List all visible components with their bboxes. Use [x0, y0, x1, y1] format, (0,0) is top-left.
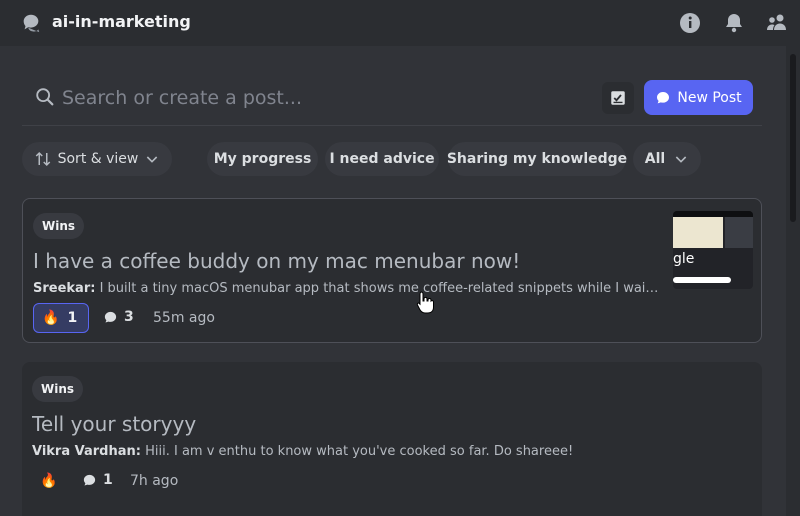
- reaction-button[interactable]: 🔥: [32, 466, 65, 496]
- post-snippet-text: Hiii. I am v enthu to know what you've c…: [145, 444, 574, 459]
- comment-count[interactable]: 3: [103, 309, 134, 325]
- post-author: Sreekar:: [33, 281, 96, 296]
- post-tag: Wins: [33, 213, 85, 239]
- tag-filter-my-progress[interactable]: My progress: [207, 142, 318, 176]
- sort-arrows-icon: [35, 151, 50, 167]
- chevron-down-icon: [147, 156, 158, 163]
- comment-icon: [104, 311, 117, 322]
- post-age: 55m ago: [153, 310, 215, 326]
- reaction-button[interactable]: 🔥 1: [33, 303, 89, 333]
- tag-filter-sharing-my-knowledge[interactable]: Sharing my knowledge: [447, 142, 627, 176]
- post-title: Tell your storyyy: [32, 412, 197, 436]
- thumbnail-text: gle: [673, 251, 695, 267]
- post-meta: 🔥 1 7h ago: [32, 466, 432, 496]
- tag-filter-all[interactable]: All: [633, 142, 701, 176]
- scrollbar[interactable]: [786, 46, 800, 516]
- new-post-button[interactable]: New Post: [644, 80, 753, 115]
- forum-channel-icon: [23, 14, 40, 33]
- post-card[interactable]: Wins I have a coffee buddy on my mac men…: [22, 198, 762, 343]
- reaction-count: 1: [67, 310, 78, 326]
- channel-title: ai-in-marketing: [52, 12, 191, 31]
- members-icon[interactable]: [765, 11, 789, 35]
- post-snippet: Sreekar: I built a tiny macOS menubar ap…: [33, 281, 663, 296]
- sort-view-button[interactable]: Sort & view: [22, 142, 172, 176]
- post-author: Vikra Vardhan:: [32, 444, 141, 459]
- comment-count-value: 1: [103, 472, 113, 488]
- thumbnail-popup: [673, 217, 723, 248]
- comment-icon: [83, 474, 96, 485]
- bell-icon[interactable]: [722, 11, 746, 35]
- tag-filter-all-label: All: [644, 151, 666, 167]
- comment-count[interactable]: 1: [82, 472, 113, 488]
- scrollbar-thumb[interactable]: [790, 54, 796, 222]
- tag-filter-i-need-advice[interactable]: I need advice: [325, 142, 439, 176]
- hand-cursor-icon: [416, 291, 434, 314]
- new-post-label: New Post: [677, 89, 742, 106]
- thumbnail-side-panel: [725, 217, 753, 248]
- search-bar: New Post: [22, 70, 762, 126]
- chevron-down-icon: [675, 156, 687, 163]
- post-guidelines-button[interactable]: [602, 82, 634, 114]
- post-meta: 🔥 1 3 55m ago: [33, 303, 433, 333]
- checklist-icon: [611, 91, 625, 105]
- post-card[interactable]: Wins Tell your storyyy Vikra Vardhan: Hi…: [22, 362, 762, 516]
- comment-count-value: 3: [124, 309, 134, 325]
- fire-emoji: 🔥: [42, 310, 60, 326]
- sort-view-label: Sort & view: [57, 151, 139, 167]
- info-icon[interactable]: [678, 11, 702, 35]
- search-input[interactable]: [62, 82, 582, 114]
- search-icon: [36, 88, 54, 106]
- chat-bubble-icon: [657, 91, 670, 103]
- post-title: I have a coffee buddy on my mac menubar …: [33, 249, 521, 273]
- post-thumbnail[interactable]: gle: [673, 211, 753, 289]
- post-snippet-text: I built a tiny macOS menubar app that sh…: [99, 281, 663, 296]
- post-tag: Wins: [32, 376, 84, 402]
- post-snippet: Vikra Vardhan: Hiii. I am v enthu to kno…: [32, 444, 662, 459]
- post-age: 7h ago: [130, 473, 179, 489]
- channel-header: ai-in-marketing: [0, 0, 800, 46]
- fire-emoji: 🔥: [40, 473, 58, 489]
- thumbnail-search-bar: [673, 277, 731, 283]
